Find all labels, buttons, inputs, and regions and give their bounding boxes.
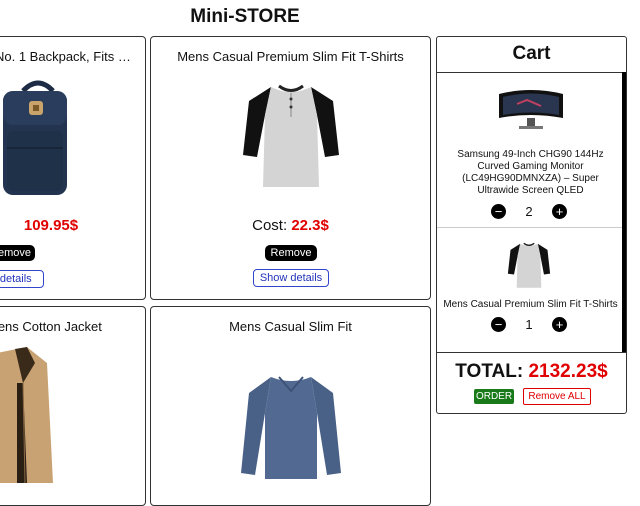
cart-panel: Cart Samsung 49-Inch CHG90 144Hz Curved … [436, 36, 627, 414]
remove-all-button[interactable]: Remove ALL [523, 388, 591, 405]
product-cost: 109.95$ [0, 217, 121, 234]
decrease-quantity-button[interactable]: − [491, 204, 506, 219]
decrease-quantity-button[interactable]: − [491, 317, 506, 332]
cart-item-quantity: 1 [525, 317, 533, 332]
cart-title: Cart [512, 43, 551, 64]
store-title: Mini-STORE [190, 6, 300, 27]
tshirt-image [243, 84, 339, 187]
product-title: No. 1 Backpack, Fits 1... [0, 49, 131, 64]
cart-item-list[interactable]: Samsung 49-Inch CHG90 144Hz Curved Gamin… [437, 72, 626, 352]
tshirt-image [507, 242, 551, 288]
product-card-backpack: No. 1 Backpack, Fits 1... 109.95$ Remove… [0, 36, 146, 300]
longsleeve-image [241, 376, 341, 479]
show-details-button[interactable]: Show details [253, 269, 329, 287]
cart-item-name: Mens Casual Premium Slim Fit T-Shirts [443, 299, 618, 310]
total-label: TOTAL: [455, 361, 524, 382]
cart-total: TOTAL: 2132.23$ [437, 361, 626, 383]
product-title: Mens Casual Premium Slim Fit T-Shirts [177, 49, 404, 64]
remove-button[interactable]: Remove [265, 245, 317, 261]
product-card-jacket: Mens Cotton Jacket [0, 306, 146, 506]
product-card-longsleeve: Mens Casual Slim Fit [150, 306, 431, 506]
cart-item: Mens Casual Premium Slim Fit T-Shirts − … [437, 228, 626, 348]
backpack-image [3, 80, 67, 195]
cart-scrollbar[interactable] [622, 72, 626, 352]
jacket-image [0, 347, 53, 483]
order-button[interactable]: ORDER [474, 389, 514, 404]
show-details-button[interactable]: Show details [0, 270, 44, 288]
monitor-image [499, 90, 563, 129]
cart-item: Samsung 49-Inch CHG90 144Hz Curved Gamin… [437, 72, 626, 227]
increase-quantity-button[interactable]: + [552, 317, 567, 332]
product-title: Mens Cotton Jacket [0, 319, 102, 334]
cart-item-quantity: 2 [525, 204, 533, 219]
cart-item-name: Samsung 49-Inch CHG90 144Hz Curved Gamin… [457, 149, 604, 196]
product-card-tshirt: Mens Casual Premium Slim Fit T-Shirts Co… [150, 36, 431, 300]
cart-footer-divider [437, 352, 626, 353]
total-amount: 2132.23$ [528, 361, 608, 382]
product-price: 109.95$ [23, 217, 79, 234]
product-price: 22.3$ [291, 217, 329, 234]
increase-quantity-button[interactable]: + [552, 204, 567, 219]
cost-label: Cost: [252, 217, 288, 234]
remove-button[interactable]: Remove [0, 245, 35, 261]
product-cost: Cost: 22.3$ [151, 217, 430, 234]
product-title: Mens Casual Slim Fit [229, 319, 352, 334]
